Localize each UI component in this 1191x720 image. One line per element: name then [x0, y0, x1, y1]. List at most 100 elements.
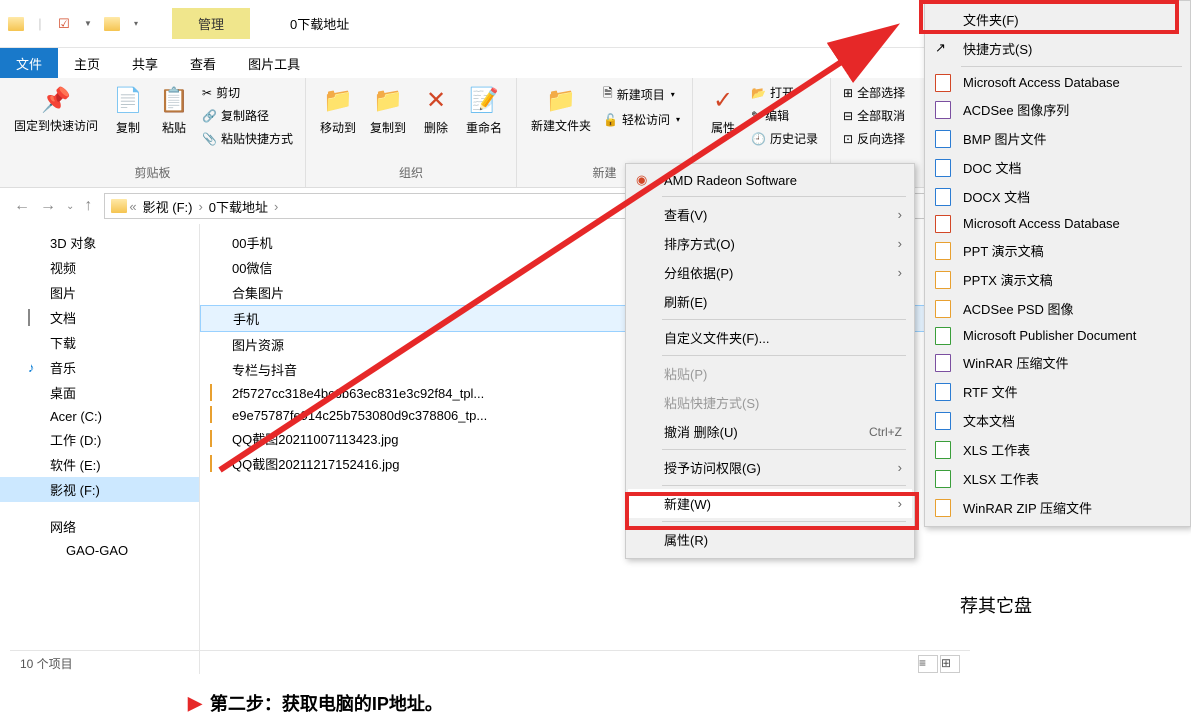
sub-item[interactable]: RTF 文件 [927, 377, 1188, 406]
sub-item[interactable]: BMP 图片文件 [927, 124, 1188, 153]
history-button[interactable]: 🕘历史记录 [747, 128, 822, 149]
rename-button[interactable]: 📝重命名 [460, 82, 508, 140]
paste-shortcut-button[interactable]: 📎粘贴快捷方式 [198, 128, 297, 149]
chevron-right-icon: › [196, 199, 204, 214]
sub-item[interactable]: WinRAR 压缩文件 [927, 348, 1188, 377]
sub-item[interactable]: PPTX 演示文稿 [927, 265, 1188, 294]
nav-item[interactable]: 桌面 [0, 380, 199, 405]
ctx-sort[interactable]: 排序方式(O)› [628, 229, 912, 258]
filetype-icon [935, 412, 953, 430]
move-to-button[interactable]: 📁移动到 [314, 82, 362, 140]
ctx-customize[interactable]: 自定义文件夹(F)... [628, 323, 912, 352]
group-label-organize: 组织 [314, 162, 508, 183]
easy-icon: 🔓 [603, 113, 618, 127]
ctx-undo-delete[interactable]: 撤消 删除(U)Ctrl+Z [628, 417, 912, 446]
tab-home[interactable]: 主页 [58, 48, 116, 78]
sub-item-label: 文本文档 [963, 411, 1015, 430]
sub-item[interactable]: Microsoft Access Database [927, 211, 1188, 236]
sub-item[interactable]: ACDSee PSD 图像 [927, 294, 1188, 323]
sub-item[interactable]: Microsoft Publisher Document [927, 323, 1188, 348]
drive-icon [28, 285, 44, 301]
new-folder-button[interactable]: 📁新建文件夹 [525, 82, 597, 137]
folder-icon [211, 311, 227, 327]
details-view-button[interactable]: ≡ [918, 655, 938, 673]
chevron-left-icon[interactable]: « [127, 199, 138, 214]
folder-icon [6, 14, 26, 34]
nav-item[interactable]: 3D 对象 [0, 230, 199, 255]
chevron-right-icon: › [898, 207, 902, 222]
folder-icon [111, 199, 127, 213]
tab-share[interactable]: 共享 [116, 48, 174, 78]
sub-item[interactable]: PPT 演示文稿 [927, 236, 1188, 265]
status-bar: 10 个项目 ≡ ⊞ [10, 650, 970, 676]
chevron-right-icon: › [898, 265, 902, 280]
ctx-view[interactable]: 查看(V)› [628, 200, 912, 229]
nav-item[interactable]: 软件 (E:) [0, 452, 199, 477]
tab-file[interactable]: 文件 [0, 48, 58, 78]
file-name: 图片资源 [232, 335, 284, 354]
sub-item-label: RTF 文件 [963, 382, 1018, 401]
qat-dropdown-icon[interactable]: ▼ [78, 14, 98, 34]
copy-button[interactable]: 📄 复制 [106, 82, 150, 140]
sub-item[interactable]: XLSX 工作表 [927, 464, 1188, 493]
new-item-button[interactable]: 🗎新建项目▾ [599, 82, 684, 107]
icons-view-button[interactable]: ⊞ [940, 655, 960, 673]
tab-view[interactable]: 查看 [174, 48, 232, 78]
invert-selection-button[interactable]: ⊡反向选择 [839, 128, 909, 149]
sub-item[interactable]: XLS 工作表 [927, 435, 1188, 464]
nav-item[interactable]: GAO-GAO [0, 539, 199, 561]
forward-button[interactable]: → [40, 197, 56, 215]
delete-button[interactable]: ✕删除 [414, 82, 458, 140]
check-icon[interactable]: ☑ [54, 14, 74, 34]
ctx-grant-access[interactable]: 授予访问权限(G)› [628, 453, 912, 482]
sub-item[interactable]: DOCX 文档 [927, 182, 1188, 211]
nav-item[interactable]: 影视 (F:) [0, 477, 199, 502]
nav-item[interactable]: ♪音乐 [0, 355, 199, 380]
paste-button[interactable]: 📋 粘贴 [152, 82, 196, 140]
properties-button[interactable]: ✓属性 [701, 82, 745, 140]
open-button[interactable]: 📂打开 [747, 82, 822, 103]
back-button[interactable]: ← [14, 197, 30, 215]
nav-item[interactable]: 图片 [0, 280, 199, 305]
ctx-properties[interactable]: 属性(R) [628, 525, 912, 554]
nav-item[interactable]: 视频 [0, 255, 199, 280]
ctx-refresh[interactable]: 刷新(E) [628, 287, 912, 316]
nav-label: 网络 [50, 517, 76, 536]
qat-dropdown-icon[interactable]: ▾ [126, 14, 146, 34]
copy-path-button[interactable]: 🔗复制路径 [198, 105, 297, 126]
contextual-tab-manage[interactable]: 管理 [172, 8, 250, 39]
drive-icon [28, 482, 44, 498]
sub-folder[interactable]: 文件夹(F) [927, 5, 1188, 34]
nav-item[interactable]: 下载 [0, 330, 199, 355]
nav-item[interactable]: 工作 (D:) [0, 427, 199, 452]
edit-button[interactable]: ✎编辑 [747, 105, 822, 126]
image-icon [210, 385, 226, 401]
easy-access-button[interactable]: 🔓轻松访问▾ [599, 109, 684, 130]
up-button[interactable]: ↑ [84, 197, 92, 215]
recent-dropdown[interactable]: ⌄ [66, 201, 74, 212]
ctx-new[interactable]: 新建(W)› [628, 489, 912, 518]
crumb-drive[interactable]: 影视 (F:) [139, 197, 197, 216]
sub-shortcut[interactable]: ↗快捷方式(S) [927, 34, 1188, 63]
history-icon: 🕘 [751, 132, 766, 146]
ctx-group[interactable]: 分组依据(P)› [628, 258, 912, 287]
sub-item[interactable]: ACDSee 图像序列 [927, 95, 1188, 124]
folder-icon [210, 285, 226, 301]
tab-picture-tools[interactable]: 图片工具 [232, 48, 316, 78]
sub-item[interactable]: Microsoft Access Database [927, 70, 1188, 95]
deselect-all-button[interactable]: ⊟全部取消 [839, 105, 909, 126]
crumb-folder[interactable]: 0下载地址 [205, 197, 272, 216]
sub-item[interactable]: WinRAR ZIP 压缩文件 [927, 493, 1188, 522]
sub-item[interactable]: 文本文档 [927, 406, 1188, 435]
pin-button[interactable]: 📌 固定到快速访问 [8, 82, 104, 137]
sub-item[interactable]: DOC 文档 [927, 153, 1188, 182]
filetype-icon [935, 441, 953, 459]
cut-button[interactable]: ✂剪切 [198, 82, 297, 103]
nav-item[interactable]: Acer (C:) [0, 405, 199, 427]
select-all-button[interactable]: ⊞全部选择 [839, 82, 909, 103]
nav-item[interactable]: 文档 [0, 305, 199, 330]
navigation-pane[interactable]: 3D 对象视频图片文档下载♪音乐桌面Acer (C:)工作 (D:)软件 (E:… [0, 224, 200, 674]
ctx-amd[interactable]: ◉AMD Radeon Software [628, 168, 912, 193]
nav-item[interactable]: 网络 [0, 514, 199, 539]
copy-to-button[interactable]: 📁复制到 [364, 82, 412, 140]
